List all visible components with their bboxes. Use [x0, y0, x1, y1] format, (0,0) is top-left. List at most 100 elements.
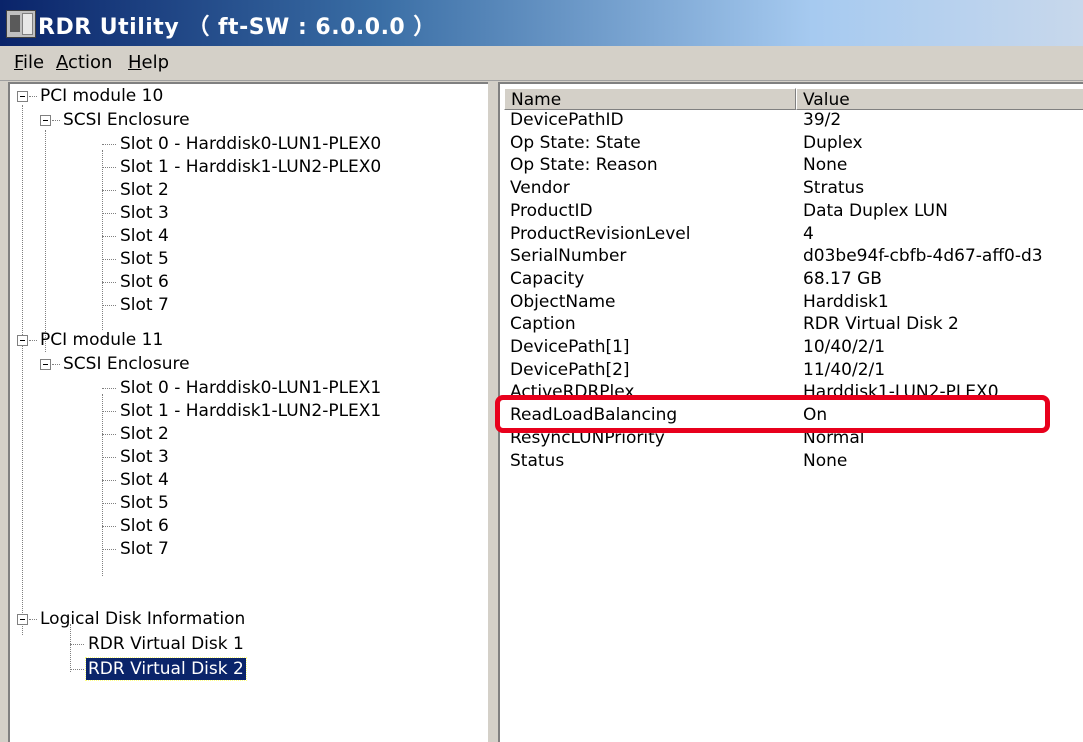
- property-value: Duplex: [803, 132, 863, 153]
- tree-connector-enclosure10: [102, 150, 103, 330]
- menu-file[interactable]: File: [14, 52, 44, 73]
- window-title: RDR Utility （ ft-SW : 6.0.0.0 ）: [38, 15, 436, 40]
- tree-item-pci-module-11[interactable]: PCI module 11: [40, 329, 163, 351]
- tree-branch: [102, 388, 116, 389]
- tree-branch: [29, 340, 37, 341]
- tree-branch: [52, 364, 60, 365]
- menu-bar: File Action Help: [0, 46, 1083, 81]
- collapse-icon[interactable]: [40, 115, 51, 126]
- property-value: Stratus: [803, 178, 865, 199]
- menu-action[interactable]: Action: [56, 52, 112, 73]
- app-window: RDR Utility （ ft-SW : 6.0.0.0 ） File Act…: [0, 0, 1083, 742]
- tree-item-slot[interactable]: Slot 6: [120, 271, 169, 293]
- tree-item-slot[interactable]: Slot 7: [120, 294, 169, 316]
- property-name[interactable]: Status: [510, 449, 564, 473]
- tree-item-slot[interactable]: Slot 4: [120, 225, 169, 247]
- tree-pane[interactable]: PCI module 10 SCSI Enclosure Slot 0 - Ha…: [8, 82, 490, 742]
- property-value: None: [803, 450, 848, 471]
- tree-item-slot[interactable]: Slot 0 - Harddisk0-LUN1-PLEX1: [120, 377, 381, 399]
- collapse-icon[interactable]: [40, 359, 51, 370]
- tree-branch: [102, 282, 116, 283]
- app-icon[interactable]: [6, 10, 36, 38]
- tree-item-slot[interactable]: Slot 0 - Harddisk0-LUN1-PLEX0: [120, 133, 381, 155]
- tree-connector-pci10: [45, 130, 46, 352]
- tree-item-slot[interactable]: Slot 6: [120, 515, 169, 537]
- tree-branch: [102, 503, 116, 504]
- tree-connector-logical: [70, 624, 71, 672]
- tree-item-slot[interactable]: Slot 2: [120, 179, 169, 201]
- tree-item-logical-disk-information[interactable]: Logical Disk Information: [40, 608, 245, 630]
- property-value: 10/40/2/1: [803, 337, 886, 357]
- property-value: 68.17 GB: [803, 268, 882, 289]
- tree-item-pci-module-10[interactable]: PCI module 10: [40, 85, 163, 107]
- column-header-value[interactable]: Value: [796, 88, 1083, 110]
- menu-help-label: elp: [141, 52, 170, 73]
- tree-branch: [52, 120, 60, 121]
- tree-branch: [102, 259, 116, 260]
- property-value: None: [803, 155, 848, 176]
- tree-item-slot[interactable]: Slot 5: [120, 248, 169, 270]
- tree-item-slot[interactable]: Slot 1 - Harddisk1-LUN2-PLEX1: [120, 400, 381, 422]
- tree-item-slot[interactable]: Slot 3: [120, 202, 169, 224]
- collapse-icon[interactable]: [17, 335, 28, 346]
- property-name[interactable]: ReadLoadBalancing: [510, 403, 677, 427]
- property-name[interactable]: Capacity: [510, 267, 584, 291]
- tree-branch: [102, 526, 116, 527]
- property-name[interactable]: Op State: Reason: [510, 153, 658, 177]
- property-value: 39/2: [803, 110, 842, 130]
- property-name[interactable]: ActiveRDRPlex: [510, 380, 635, 404]
- tree-branch: [102, 305, 116, 306]
- tree-branch: [29, 96, 37, 97]
- tree-branch: [102, 167, 116, 168]
- property-name[interactable]: ProductRevisionLevel: [510, 222, 690, 246]
- tree-item-rdr-virtual-disk-1[interactable]: RDR Virtual Disk 1: [88, 633, 244, 655]
- pane-splitter[interactable]: [488, 82, 498, 742]
- tree-branch: [102, 190, 116, 191]
- property-name[interactable]: ObjectName: [510, 290, 616, 314]
- tree-item-slot[interactable]: Slot 5: [120, 492, 169, 514]
- property-name[interactable]: DevicePath[2]: [510, 358, 630, 382]
- property-name[interactable]: Op State: State: [510, 131, 641, 155]
- property-value: Harddisk1: [803, 291, 889, 312]
- tree-branch: [102, 411, 116, 412]
- property-name[interactable]: DevicePath[1]: [510, 335, 630, 359]
- property-value: 11/40/2/1: [803, 359, 886, 380]
- tree-item-rdr-virtual-disk-2[interactable]: RDR Virtual Disk 2: [85, 657, 247, 681]
- tree-branch: [102, 236, 116, 237]
- menu-help-accelerator: H: [128, 52, 142, 73]
- property-value: d03be94f-cbfb-4d67-aff0-d3: [803, 246, 1043, 267]
- tree-item-slot[interactable]: Slot 7: [120, 538, 169, 560]
- properties-list[interactable]: Name Value DevicePathID 39/2 Op State: Sta…: [498, 82, 1083, 742]
- menu-action-accelerator: A: [56, 52, 68, 73]
- property-value: Data Duplex LUN: [803, 200, 948, 221]
- tree-branch: [102, 213, 116, 214]
- tree-branch: [102, 549, 116, 550]
- tree-connector-root: [22, 105, 23, 635]
- tree-branch: [70, 644, 84, 645]
- tree-item-scsi-enclosure-10[interactable]: SCSI Enclosure: [63, 109, 190, 131]
- tree-item-slot[interactable]: Slot 1 - Harddisk1-LUN2-PLEX0: [120, 156, 381, 178]
- collapse-icon[interactable]: [17, 91, 28, 102]
- tree-branch: [102, 434, 116, 435]
- property-name[interactable]: Caption: [510, 312, 576, 336]
- property-name[interactable]: DevicePathID: [510, 108, 624, 132]
- column-header-name[interactable]: Name: [504, 88, 796, 110]
- tree-branch: [70, 669, 84, 670]
- menu-help[interactable]: Help: [128, 52, 169, 73]
- property-value: Harddisk1-LUN2-PLEX0: [803, 382, 999, 403]
- menu-file-label: ile: [23, 52, 45, 73]
- tree-branch: [102, 457, 116, 458]
- property-name[interactable]: ResyncLUNPriority: [510, 426, 665, 450]
- collapse-icon[interactable]: [17, 614, 28, 625]
- property-value: RDR Virtual Disk 2: [803, 314, 959, 335]
- property-name[interactable]: ProductID: [510, 199, 593, 223]
- tree-branch: [102, 144, 116, 145]
- tree-item-slot[interactable]: Slot 2: [120, 423, 169, 445]
- property-name[interactable]: Vendor: [510, 176, 570, 200]
- property-name[interactable]: SerialNumber: [510, 244, 626, 268]
- property-value: Normal: [803, 427, 865, 448]
- tree-item-scsi-enclosure-11[interactable]: SCSI Enclosure: [63, 353, 190, 375]
- tree-branch: [29, 619, 37, 620]
- tree-item-slot[interactable]: Slot 3: [120, 446, 169, 468]
- tree-item-slot[interactable]: Slot 4: [120, 469, 169, 491]
